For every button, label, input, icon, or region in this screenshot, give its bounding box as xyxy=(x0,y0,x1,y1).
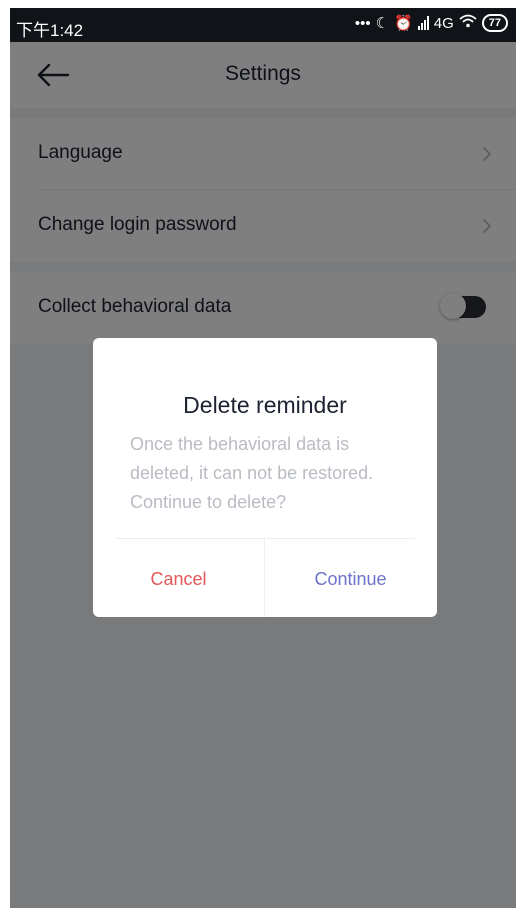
moon-icon: ☾ xyxy=(375,15,390,32)
continue-button[interactable]: Continue xyxy=(265,539,436,617)
battery-icon: 77 xyxy=(481,14,508,32)
dialog-title: Delete reminder xyxy=(183,392,347,418)
dialog-message: Once the behavioral data is deleted, it … xyxy=(130,434,374,512)
cancel-button[interactable]: Cancel xyxy=(93,539,264,617)
alarm-icon: ⏰ xyxy=(394,15,413,32)
signal-icon xyxy=(417,16,429,30)
wifi-icon xyxy=(459,14,477,32)
phone-screen: 下午1:42 ••• ☾ ⏰ 4G 77 Settings xyxy=(10,8,516,908)
network-type: 4G xyxy=(433,14,454,32)
status-bar: 下午1:42 ••• ☾ ⏰ 4G 77 xyxy=(10,8,516,42)
more-notifications-icon: ••• xyxy=(354,14,371,32)
delete-reminder-dialog: Delete reminder Once the behavioral data… xyxy=(93,338,437,617)
status-time: 下午1:42 xyxy=(16,21,84,40)
status-icons: ••• ☾ ⏰ 4G 77 xyxy=(355,14,508,32)
